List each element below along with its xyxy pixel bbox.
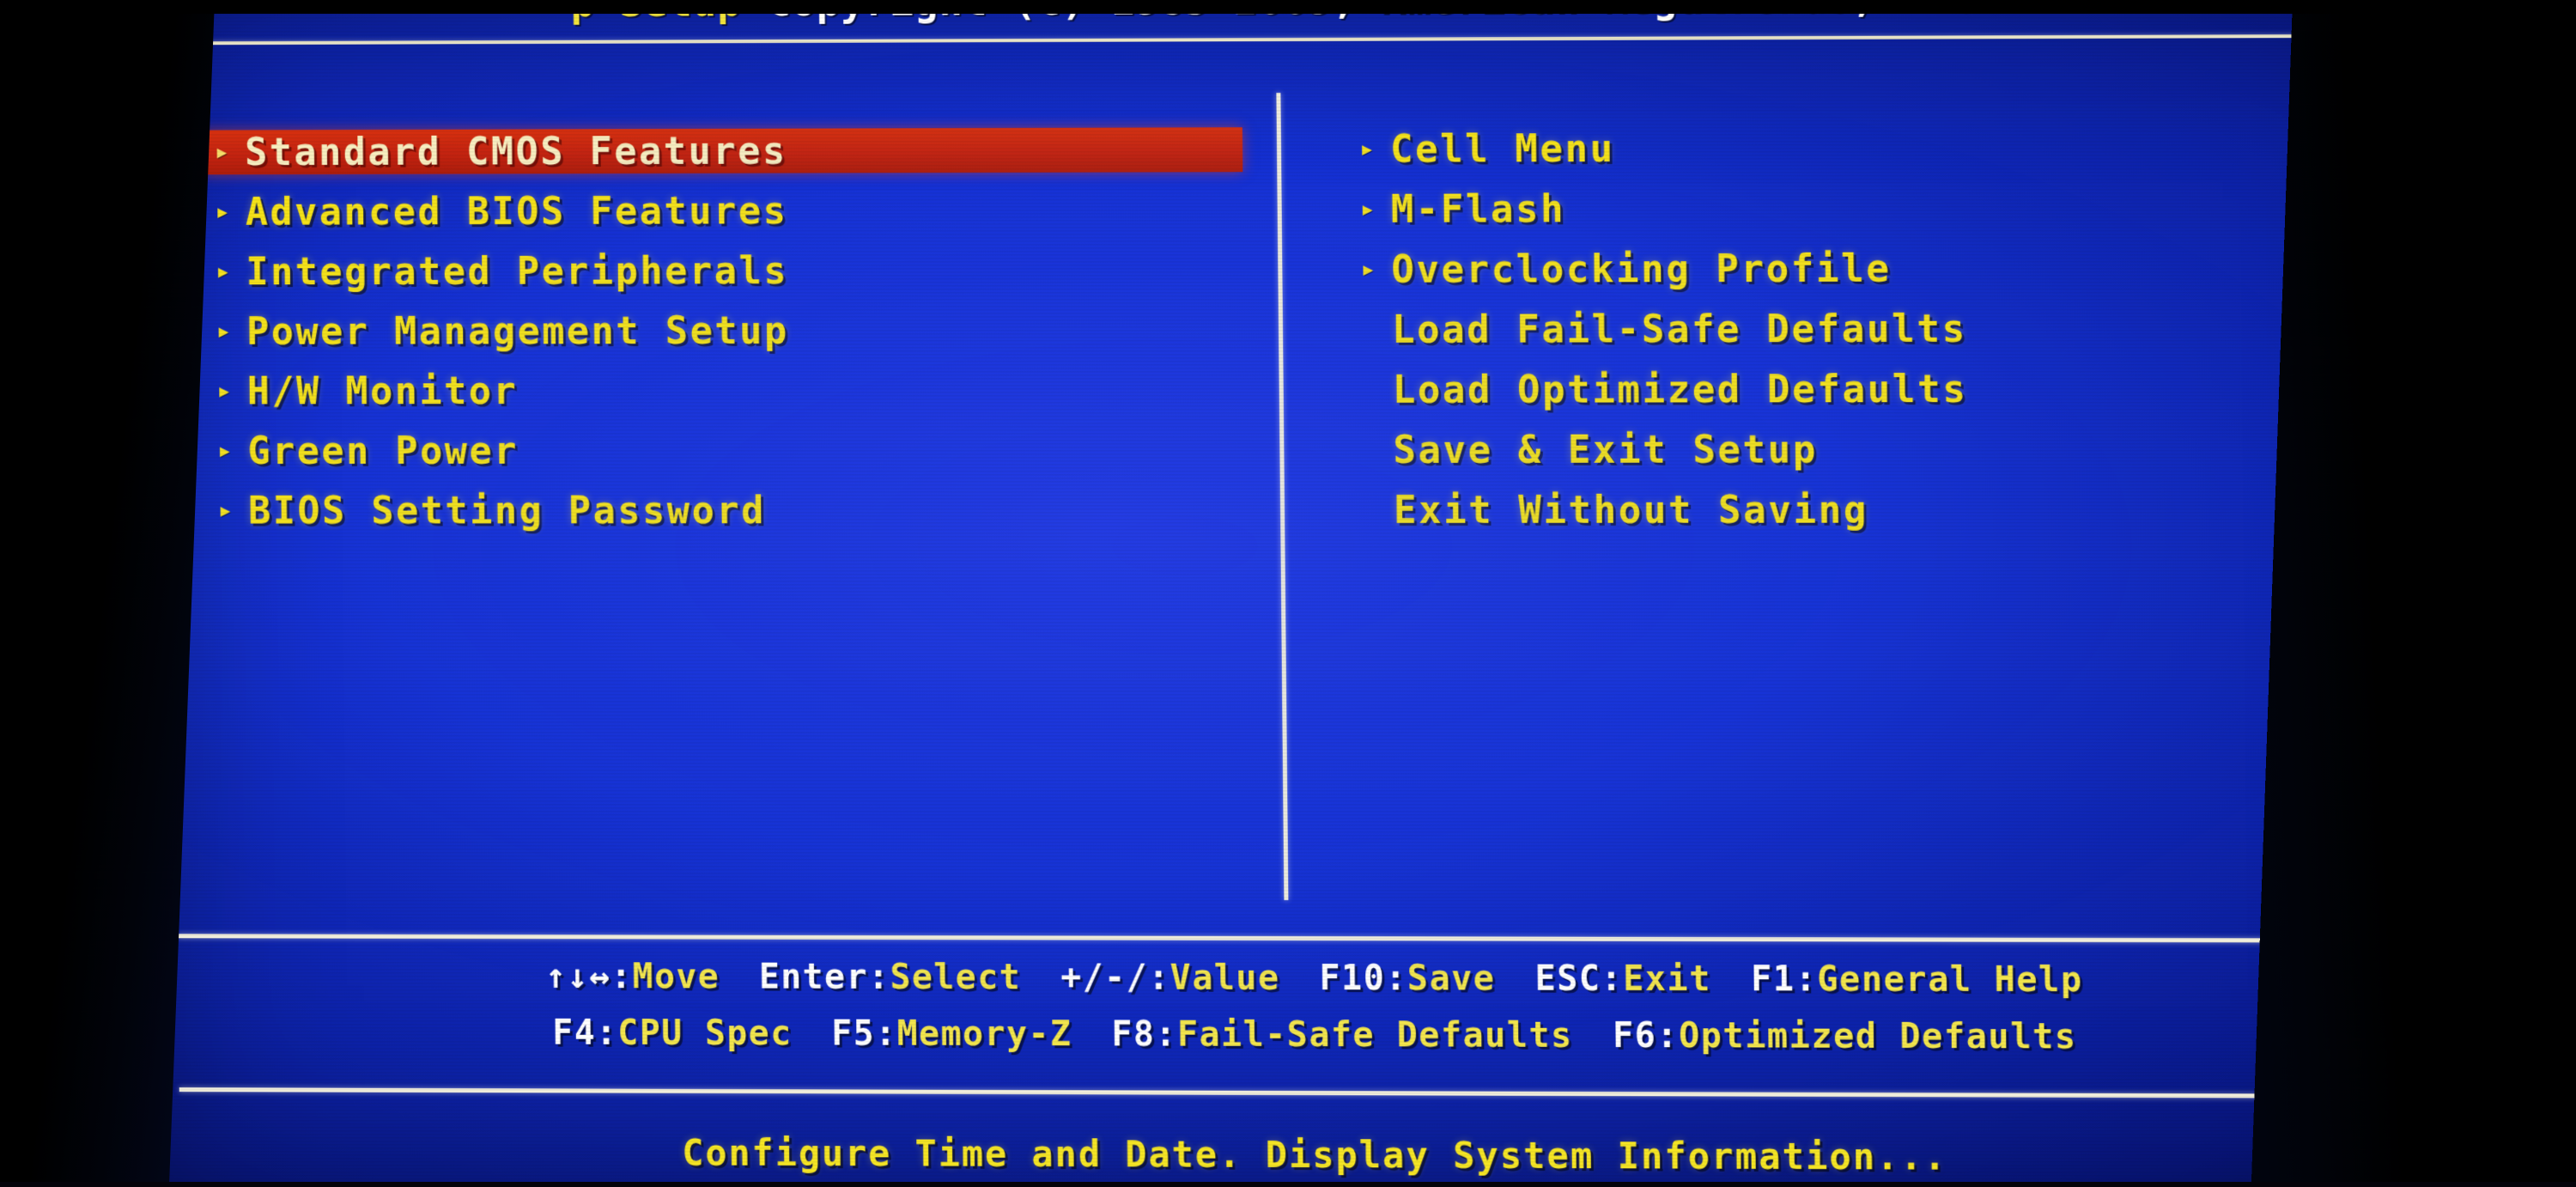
menu-item-advanced-bios-features[interactable]: ▸ Advanced BIOS Features bbox=[203, 187, 1243, 234]
menu-item-label: Exit Without Saving bbox=[1393, 488, 1869, 533]
menu-item-label: H/W Monitor bbox=[246, 368, 519, 413]
help-key: F10: bbox=[1319, 959, 1408, 999]
menu-item-label: Load Optimized Defaults bbox=[1392, 367, 1968, 412]
menu-item-label: Overclocking Profile bbox=[1391, 247, 1892, 292]
help-key: F8: bbox=[1111, 1014, 1178, 1055]
submenu-arrow-icon: ▸ bbox=[215, 197, 231, 227]
menu-item-label: Green Power bbox=[247, 429, 519, 473]
help-key: F4: bbox=[552, 1013, 618, 1053]
menu-item-m-flash[interactable]: ▸ M-Flash bbox=[1311, 185, 2401, 232]
help-action: Optimized Defaults bbox=[1678, 1016, 2077, 1057]
bios-window-border: ▸ Standard CMOS Features ▸ Advanced BIOS Fe… bbox=[147, 33, 2442, 1187]
help-keys-row-2: F4:CPU Spec F5:Memory-Z F8:Fail-Safe Defau… bbox=[160, 1013, 2478, 1058]
submenu-arrow-icon: ▸ bbox=[217, 495, 234, 526]
help-key: +/-/: bbox=[1060, 958, 1170, 998]
submenu-arrow-icon: ▸ bbox=[215, 256, 231, 287]
menu-item-load-optimized-defaults[interactable]: Load Optimized Defaults bbox=[1313, 366, 2403, 412]
menu-item-power-management-setup[interactable]: ▸ Power Management Setup bbox=[204, 307, 1245, 354]
help-key: F6: bbox=[1612, 1015, 1680, 1056]
menu-item-load-fail-safe-defaults[interactable]: Load Fail-Safe Defaults bbox=[1313, 306, 2403, 352]
help-keys-row-1: ↑↓↔:Move Enter:Select +/-/:Value F10:Save ES… bbox=[160, 956, 2478, 1001]
menu-item-label: Cell Menu bbox=[1389, 126, 1615, 172]
help-key: F1: bbox=[1750, 959, 1818, 1000]
menu-item-label: M-Flash bbox=[1390, 186, 1566, 232]
submenu-arrow-icon: ▸ bbox=[214, 137, 230, 167]
menu-item-label: Standard CMOS Features bbox=[244, 129, 788, 174]
submenu-arrow-icon: ▸ bbox=[1360, 253, 1376, 284]
menu-item-label: Load Fail-Safe Defaults bbox=[1391, 307, 1968, 352]
submenu-arrow-icon: ▸ bbox=[216, 435, 233, 466]
help-action: Move bbox=[632, 957, 720, 997]
menu-item-label: Power Management Setup bbox=[246, 308, 790, 354]
menu-item-h-w-monitor[interactable]: ▸ H/W Monitor bbox=[204, 368, 1245, 413]
help-action: Select bbox=[890, 957, 1022, 998]
help-action: Fail-Safe Defaults bbox=[1176, 1014, 1574, 1056]
bios-setup-screen: p Setup Copyright (C) 1985-2005, American… bbox=[131, 0, 2462, 1187]
submenu-arrow-icon: ▸ bbox=[1358, 133, 1376, 164]
menu-item-label: Save & Exit Setup bbox=[1393, 427, 1819, 472]
bios-screen-photo: p Setup Copyright (C) 1985-2005, American… bbox=[0, 0, 2576, 1187]
help-action: CPU Spec bbox=[617, 1013, 793, 1054]
help-action: Exit bbox=[1622, 959, 1712, 1000]
bios-header: p Setup Copyright (C) 1985-2005, American… bbox=[131, 0, 2450, 28]
help-key: F5: bbox=[831, 1014, 897, 1054]
menu-item-label: BIOS Setting Password bbox=[247, 488, 767, 533]
menu-item-integrated-peripherals[interactable]: ▸ Integrated Peripherals bbox=[204, 247, 1244, 294]
help-action: General Help bbox=[1817, 959, 2083, 1001]
menu-item-standard-cmos-features[interactable]: ▸ Standard CMOS Features bbox=[202, 127, 1243, 175]
submenu-arrow-icon: ▸ bbox=[216, 316, 232, 346]
help-key: ESC: bbox=[1534, 959, 1624, 999]
bios-copyright: Copyright (C) 1985-2005, American Megatr… bbox=[767, 0, 2000, 25]
help-action: Save bbox=[1406, 959, 1496, 999]
help-divider-top bbox=[177, 934, 2414, 943]
help-key: Enter: bbox=[758, 957, 890, 997]
status-description: Configure Time and Date. Display System … bbox=[682, 1131, 1948, 1178]
menu-item-label: Integrated Peripherals bbox=[246, 248, 789, 294]
help-action: Memory-Z bbox=[896, 1014, 1072, 1055]
menu-item-save-and-exit-setup[interactable]: Save & Exit Setup bbox=[1314, 427, 2403, 472]
bios-title: p Setup bbox=[570, 0, 743, 26]
submenu-arrow-icon: ▸ bbox=[1359, 193, 1376, 224]
column-divider bbox=[1276, 93, 1289, 900]
menu-item-exit-without-saving[interactable]: Exit Without Saving bbox=[1315, 487, 2404, 533]
help-divider-bottom bbox=[179, 1087, 2415, 1099]
menu-item-bios-setting-password[interactable]: ▸ BIOS Setting Password bbox=[206, 488, 1247, 533]
menu-item-label: Advanced BIOS Features bbox=[245, 188, 788, 234]
menu-item-cell-menu[interactable]: ▸ Cell Menu bbox=[1311, 124, 2401, 172]
monitor-screen: p Setup Copyright (C) 1985-2005, American… bbox=[0, 0, 2576, 1187]
left-menu-column: ▸ Standard CMOS Features ▸ Advanced BIOS Fe… bbox=[202, 127, 1247, 548]
menu-item-green-power[interactable]: ▸ Green Power bbox=[205, 428, 1246, 473]
menu-item-overclocking-profile[interactable]: ▸ Overclocking Profile bbox=[1312, 245, 2402, 292]
right-menu-column: ▸ Cell Menu ▸ M-Flash ▸ Overclocking Profile L… bbox=[1311, 124, 2404, 548]
help-action: Value bbox=[1170, 958, 1280, 998]
submenu-arrow-icon: ▸ bbox=[216, 375, 233, 406]
help-key: ↑↓↔: bbox=[544, 957, 633, 997]
